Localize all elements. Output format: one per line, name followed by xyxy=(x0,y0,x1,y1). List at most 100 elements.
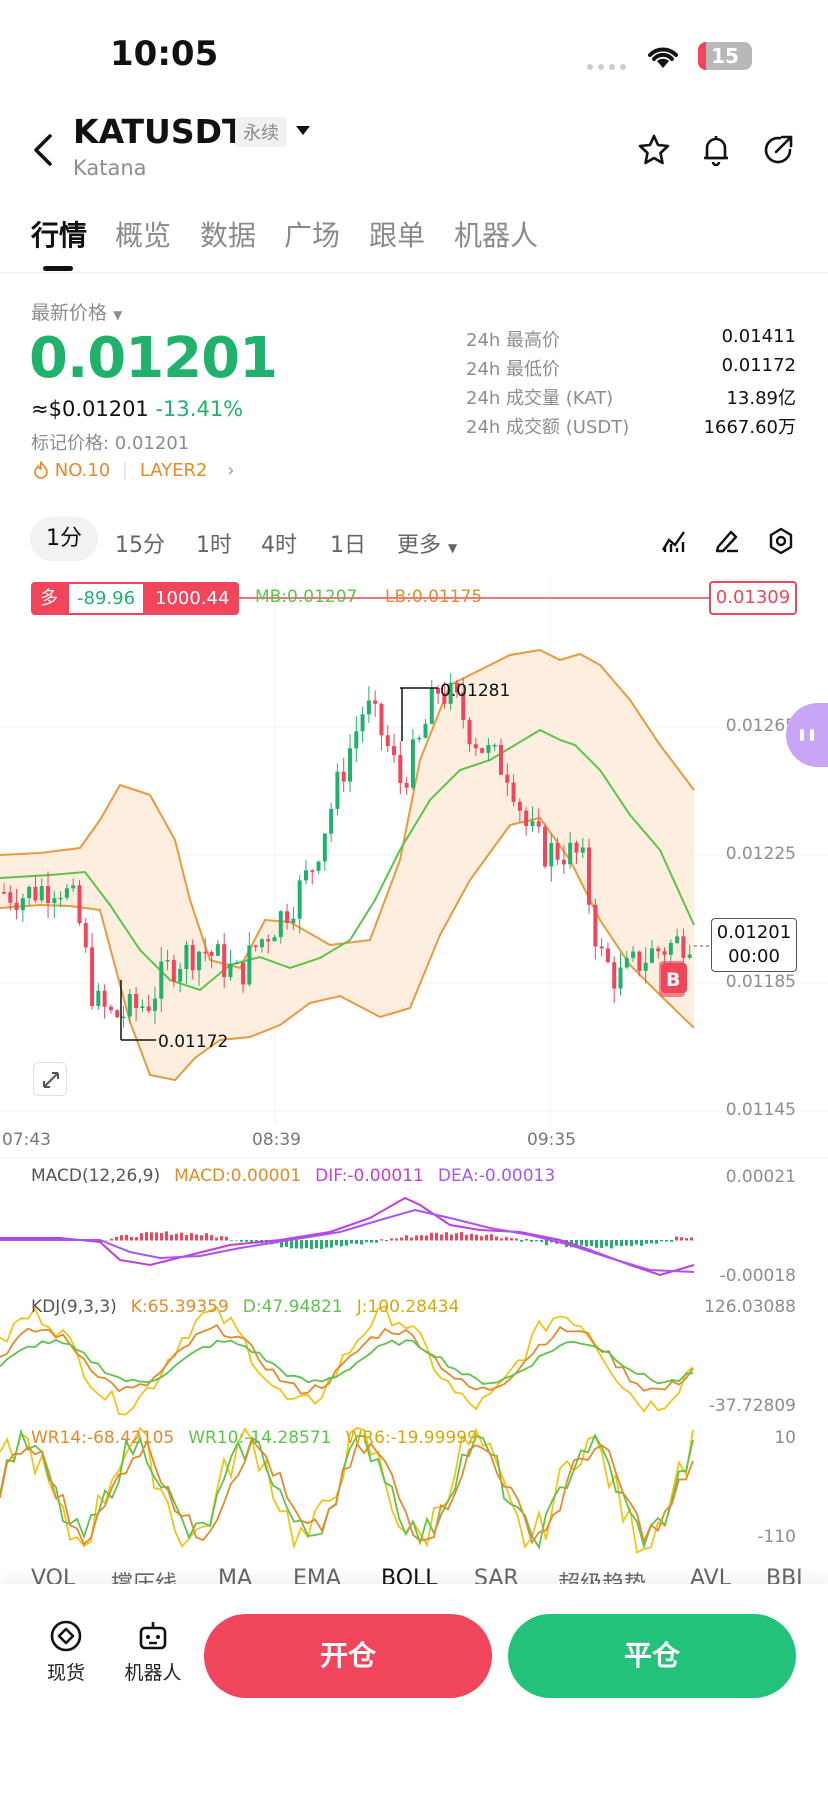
position-side: 多 xyxy=(31,582,67,615)
candle-body xyxy=(480,748,485,753)
candle-body xyxy=(561,859,566,865)
time-axis-label: 09:35 xyxy=(527,1130,576,1150)
macd-bar xyxy=(540,1240,543,1242)
candle-body xyxy=(492,744,497,747)
macd-bar xyxy=(470,1233,473,1241)
candle-body xyxy=(197,951,202,971)
floating-assistant-button[interactable] xyxy=(786,703,828,767)
share-icon[interactable] xyxy=(760,132,796,168)
price-axis-label: 0.01185 xyxy=(725,972,796,992)
tab-data[interactable]: 数据 xyxy=(200,214,256,254)
stat-label-high: 24h 最高价 xyxy=(466,330,561,351)
macd-bar xyxy=(140,1233,143,1241)
candle-body xyxy=(58,897,63,900)
candle-body xyxy=(580,847,585,853)
macd-bar xyxy=(335,1240,338,1246)
candle-body xyxy=(656,948,661,952)
macd-bar xyxy=(160,1232,163,1241)
draw-pen-icon[interactable] xyxy=(713,526,741,558)
kdj-k-line xyxy=(0,1324,694,1395)
candle-body xyxy=(178,969,183,982)
candle-body xyxy=(253,945,258,948)
candle-body xyxy=(52,898,57,904)
candle-body xyxy=(39,886,44,901)
timeframe-1m[interactable]: 1分 xyxy=(30,517,98,561)
timeframe-4h[interactable]: 4时 xyxy=(261,527,297,559)
macd-bar xyxy=(625,1240,628,1246)
timeframe-1h[interactable]: 1时 xyxy=(196,527,232,559)
spot-icon xyxy=(48,1618,84,1654)
candle-body xyxy=(568,842,573,865)
candle-body xyxy=(108,1006,113,1011)
macd-bar xyxy=(105,1240,108,1241)
stat-value-low: 0.01172 xyxy=(721,355,796,376)
macd-bar xyxy=(365,1240,368,1243)
macd-bar xyxy=(635,1240,638,1245)
macd-bar xyxy=(455,1233,458,1241)
candle-body xyxy=(310,870,315,872)
macd-bar xyxy=(670,1240,673,1242)
tab-market[interactable]: 行情 xyxy=(31,214,87,254)
candle-body xyxy=(64,888,69,898)
candle-body xyxy=(379,703,384,736)
candle-body xyxy=(587,847,592,905)
fullscreen-icon[interactable] xyxy=(33,1062,67,1096)
macd-bar xyxy=(585,1240,588,1247)
candle-body xyxy=(146,1006,151,1011)
macd-bar xyxy=(480,1236,483,1241)
candle-body xyxy=(511,782,516,802)
candle-body xyxy=(574,842,579,853)
candle-body xyxy=(272,937,277,942)
macd-bar xyxy=(425,1235,428,1241)
tab-square[interactable]: 广场 xyxy=(284,214,340,254)
macd-bar xyxy=(235,1240,238,1241)
macd-bar xyxy=(495,1236,498,1241)
macd-bar xyxy=(485,1234,488,1241)
candle-body xyxy=(612,962,617,989)
tab-bots[interactable]: 机器人 xyxy=(454,214,538,254)
settings-icon[interactable] xyxy=(766,526,796,560)
back-button[interactable] xyxy=(30,130,60,170)
symbol-title: KATUSDT xyxy=(73,112,245,151)
stat-label-low: 24h 最低价 xyxy=(466,359,561,380)
macd-bar xyxy=(665,1240,668,1242)
position-pnl: -89.96 xyxy=(67,582,146,615)
macd-bar xyxy=(395,1238,398,1241)
candle-body xyxy=(297,880,302,919)
macd-bar xyxy=(165,1231,168,1241)
liquidation-price-box[interactable]: 0.01309 xyxy=(709,581,797,615)
candle-body xyxy=(392,746,397,756)
candle-body xyxy=(404,782,409,788)
candle-body xyxy=(549,842,554,867)
timeframe-1d[interactable]: 1日 xyxy=(330,527,366,559)
tab-overview[interactable]: 概览 xyxy=(115,214,171,254)
candle-body xyxy=(593,904,598,947)
close-position-button[interactable]: 平仓 xyxy=(508,1614,796,1698)
latest-price-label[interactable]: 最新价格 ▼ xyxy=(31,298,122,325)
star-icon[interactable] xyxy=(636,132,672,168)
macd-bar xyxy=(355,1240,358,1244)
bot-link[interactable]: 机器人 xyxy=(118,1618,188,1685)
timeframe-more[interactable]: 更多 ▼ xyxy=(397,527,457,559)
flame-icon xyxy=(33,459,55,481)
spot-link[interactable]: 现货 xyxy=(31,1618,101,1685)
tab-copy-trade[interactable]: 跟单 xyxy=(369,214,425,254)
candle-body xyxy=(259,939,264,948)
candle-body xyxy=(467,719,472,745)
candle-body xyxy=(266,939,271,942)
candle-body xyxy=(429,687,434,724)
indicator-icon[interactable] xyxy=(660,528,688,558)
candle-body xyxy=(291,918,296,923)
position-badge[interactable]: 多 -89.96 1000.44 xyxy=(31,582,240,615)
candle-body xyxy=(618,967,623,989)
macd-bar xyxy=(295,1240,298,1249)
contract-type-tag: 永续 xyxy=(235,117,287,147)
candle-body xyxy=(530,821,535,826)
candle-body xyxy=(77,885,82,924)
timeframe-15m[interactable]: 15分 xyxy=(115,527,165,559)
chevron-down-icon[interactable] xyxy=(296,126,310,135)
open-position-button[interactable]: 开仓 xyxy=(204,1614,492,1698)
bell-icon[interactable] xyxy=(698,132,734,168)
candle-body xyxy=(83,923,88,948)
tag-row[interactable]: NO.10 | LAYER2 › xyxy=(33,459,234,481)
